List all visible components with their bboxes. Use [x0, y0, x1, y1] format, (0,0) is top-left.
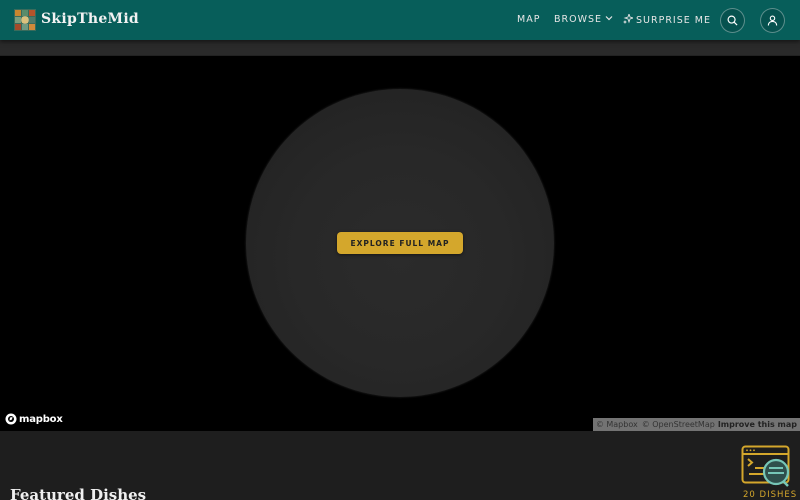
improve-map-link[interactable]: Improve this map: [718, 420, 797, 429]
featured-dishes-heading: Featured Dishes: [10, 486, 147, 500]
attribution-mapbox-link[interactable]: © Mapbox: [596, 420, 638, 429]
nav-surprise-label: SURPRISE ME: [636, 15, 711, 26]
dishes-count: 20 DISHES: [743, 490, 798, 500]
nav-surprise-me-link[interactable]: SURPRISE ME: [623, 12, 711, 26]
explore-full-map-button[interactable]: EXPLORE FULL MAP: [337, 232, 463, 254]
mapbox-logo-text: mapbox: [19, 413, 63, 425]
map-attribution: © Mapbox © OpenStreetMap Improve this ma…: [592, 418, 800, 431]
brand-name[interactable]: SkipTheMid: [41, 11, 139, 27]
account-button[interactable]: [760, 8, 785, 33]
nav-map-link[interactable]: MAP: [517, 14, 540, 25]
attribution-osm-link[interactable]: © OpenStreetMap: [642, 420, 715, 429]
user-icon: [767, 15, 778, 26]
sparkle-icon: [623, 12, 635, 24]
top-navbar: SkipTheMid MAP BROWSE SURPRISE ME: [0, 0, 800, 40]
map-canvas[interactable]: EXPLORE FULL MAP mapbox © Mapbox © OpenS…: [0, 56, 800, 431]
logo-icon[interactable]: [14, 9, 36, 31]
mapbox-logo[interactable]: mapbox: [5, 413, 63, 425]
featured-section: Featured Dishes 20 DISHES: [0, 431, 800, 500]
mapbox-icon: [5, 413, 17, 425]
sub-header-bar: [0, 40, 800, 56]
dishes-list-icon[interactable]: [741, 445, 793, 487]
chevron-down-icon: [605, 16, 613, 21]
nav-browse-dropdown[interactable]: BROWSE: [554, 14, 613, 25]
search-button[interactable]: [720, 8, 745, 33]
nav-browse-label: BROWSE: [554, 14, 603, 25]
search-icon: [727, 15, 738, 26]
